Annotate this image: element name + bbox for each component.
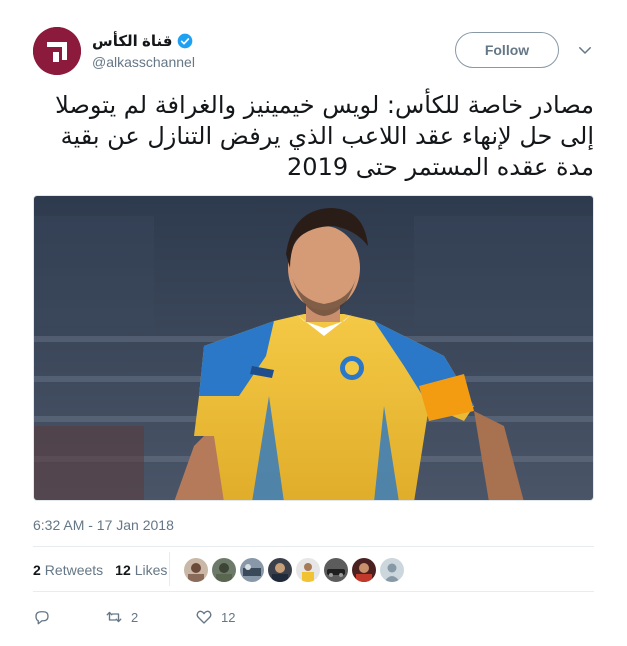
liker-avatars bbox=[184, 558, 404, 582]
likes-count: 12 bbox=[115, 562, 131, 578]
tweet-media-photo[interactable] bbox=[33, 195, 594, 501]
liker-avatar[interactable] bbox=[380, 558, 404, 582]
alkass-logo bbox=[33, 27, 81, 75]
liker-avatar[interactable] bbox=[324, 558, 348, 582]
likes-stat[interactable]: 12 Likes bbox=[115, 562, 167, 578]
divider bbox=[33, 546, 594, 547]
liker-avatar[interactable] bbox=[212, 558, 236, 582]
reply-action[interactable] bbox=[33, 608, 105, 626]
liker-avatar[interactable] bbox=[268, 558, 292, 582]
verified-badge-icon bbox=[178, 33, 193, 49]
display-name[interactable]: قناة الكأس bbox=[92, 32, 172, 50]
retweets-count: 2 bbox=[33, 562, 41, 578]
retweets-label: Retweets bbox=[44, 562, 104, 578]
tweet-actions: 2 12 bbox=[33, 607, 235, 627]
follow-button[interactable]: Follow bbox=[455, 32, 559, 68]
retweet-action[interactable]: 2 bbox=[105, 608, 195, 626]
avatar[interactable] bbox=[33, 27, 81, 75]
retweet-icon bbox=[106, 611, 122, 623]
liker-avatar[interactable] bbox=[240, 558, 264, 582]
liker-avatar[interactable] bbox=[296, 558, 320, 582]
like-count: 12 bbox=[221, 609, 236, 625]
account-handle[interactable]: @alkasschannel bbox=[92, 54, 195, 70]
retweet-count: 2 bbox=[131, 609, 139, 625]
heart-icon bbox=[196, 610, 212, 624]
stats-separator bbox=[169, 552, 170, 586]
retweets-stat[interactable]: 2 Retweets bbox=[33, 562, 103, 578]
tweet-timestamp[interactable]: 6:32 AM - 17 Jan 2018 bbox=[33, 517, 174, 533]
account-name-row[interactable]: قناة الكأس bbox=[92, 32, 193, 50]
tweet-text: مصادر خاصة للكأس: لويس خيمينيز والغرافة … bbox=[55, 91, 594, 181]
tweet-stats: 2 Retweets 12 Likes bbox=[33, 554, 179, 586]
liker-avatar[interactable] bbox=[184, 558, 208, 582]
liker-avatar[interactable] bbox=[352, 558, 376, 582]
chevron-down-icon[interactable] bbox=[576, 41, 594, 59]
player-photo bbox=[34, 196, 593, 500]
divider bbox=[33, 591, 594, 592]
likes-label: Likes bbox=[134, 562, 168, 578]
like-action[interactable]: 12 bbox=[195, 608, 235, 626]
reply-icon bbox=[35, 611, 49, 625]
tweet-card: قناة الكأس @alkasschannel Follow مصادر خ… bbox=[0, 0, 627, 646]
